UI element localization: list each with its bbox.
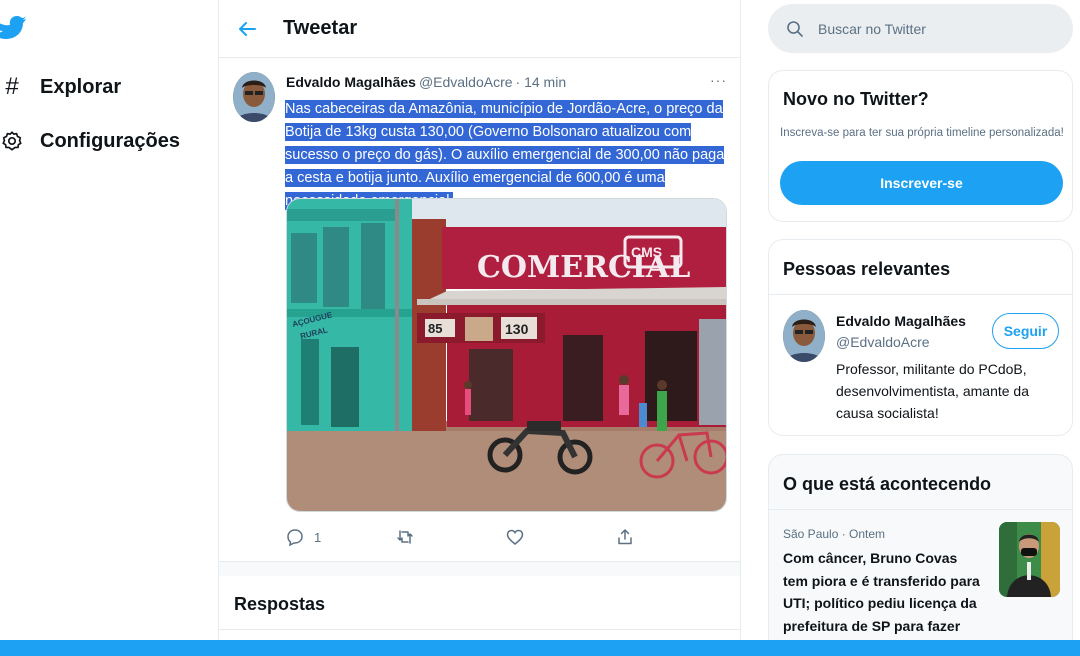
like-button[interactable]: [506, 526, 616, 548]
share-button[interactable]: [616, 526, 726, 548]
trend-headline[interactable]: Com câncer, Bruno Covas tem piora e é tr…: [783, 547, 983, 637]
reply-icon: [287, 529, 303, 546]
author-name[interactable]: Edvaldo Magalhães: [286, 74, 416, 90]
main-column: Tweetar Edvaldo Magalhães @EdvaldoAcre ·…: [218, 0, 741, 656]
replies-title: Respostas: [234, 594, 326, 614]
search-placeholder: Buscar no Twitter: [818, 20, 926, 37]
new-to-twitter-card: Novo no Twitter? Inscreva-se para ter su…: [768, 70, 1073, 222]
section-gap: [219, 562, 740, 576]
nav-item-label: Explorar: [40, 75, 122, 98]
tweet-text: Nas cabeceiras da Amazônia, município de…: [285, 98, 733, 213]
search-icon: [787, 20, 803, 37]
heart-icon: [506, 529, 524, 545]
person-name[interactable]: Edvaldo Magalhães: [836, 313, 966, 329]
tweet-time[interactable]: · 14 min: [516, 74, 567, 90]
author-handle[interactable]: @EdvaldoAcre: [419, 74, 513, 90]
page-title: Tweetar: [283, 17, 358, 39]
nav-item-settings[interactable]: Configurações: [0, 129, 180, 153]
banner-price: 85: [428, 321, 442, 336]
more-options-icon[interactable]: ···: [710, 72, 727, 88]
card-title: Pessoas relevantes: [783, 259, 951, 279]
divider: [769, 509, 1072, 510]
replies-section: Respostas: [219, 562, 740, 630]
gear-icon: [0, 129, 24, 153]
reply-count: 1: [314, 529, 322, 545]
signup-button[interactable]: Inscrever-se: [780, 161, 1063, 205]
person-bio: Professor, militante do PCdoB, desenvolv…: [836, 361, 1029, 421]
person-handle[interactable]: @EdvaldoAcre: [836, 334, 930, 350]
avatar[interactable]: [783, 310, 825, 362]
card-title: O que está acontecendo: [783, 474, 992, 494]
twitter-bird-icon[interactable]: [0, 12, 26, 40]
card-title: Novo no Twitter?: [783, 89, 929, 109]
bottom-banner: [0, 640, 1080, 656]
page-header: Tweetar: [219, 0, 740, 58]
trend-image[interactable]: [999, 522, 1060, 597]
right-sidebar: Buscar no Twitter Novo no Twitter? Inscr…: [768, 0, 1073, 656]
search-input[interactable]: Buscar no Twitter: [768, 4, 1073, 53]
hashtag-icon: #: [5, 73, 19, 100]
trend-meta: São Paulo · Ontem: [783, 527, 886, 541]
reply-button[interactable]: 1: [286, 526, 396, 548]
nav-item-explore[interactable]: # Explorar: [0, 73, 122, 100]
follow-button[interactable]: Seguir: [992, 313, 1059, 349]
tweet-header: Edvaldo Magalhães @EdvaldoAcre · 14 min …: [286, 72, 731, 90]
tweet-photo[interactable]: AÇOUGUE RURAL COMERCIAL CMS 85 130: [286, 198, 727, 512]
tweet-actions: 1: [286, 526, 726, 548]
arrow-left-icon: [239, 21, 256, 36]
retweet-icon: [397, 530, 413, 544]
banner-price: 130: [505, 321, 529, 337]
share-icon: [618, 529, 632, 545]
left-navigation: # Explorar Configurações: [0, 0, 218, 656]
nav-item-label: Configurações: [40, 129, 181, 152]
store-logo: CMS: [631, 244, 662, 260]
retweet-button[interactable]: [396, 526, 506, 548]
trends-card: O que está acontecendo São Paulo · Ontem…: [768, 454, 1073, 654]
tweet: Edvaldo Magalhães @EdvaldoAcre · 14 min …: [219, 58, 740, 562]
relevant-people-card: Pessoas relevantes Edvaldo Magalhães @Ed…: [768, 239, 1073, 436]
card-subtitle: Inscreva-se para ter sua própria timelin…: [780, 127, 1064, 139]
tweet-text-selected: Nas cabeceiras da Amazônia, município de…: [285, 100, 725, 210]
divider: [769, 294, 1072, 295]
back-button[interactable]: [219, 0, 275, 58]
avatar[interactable]: [233, 72, 275, 122]
